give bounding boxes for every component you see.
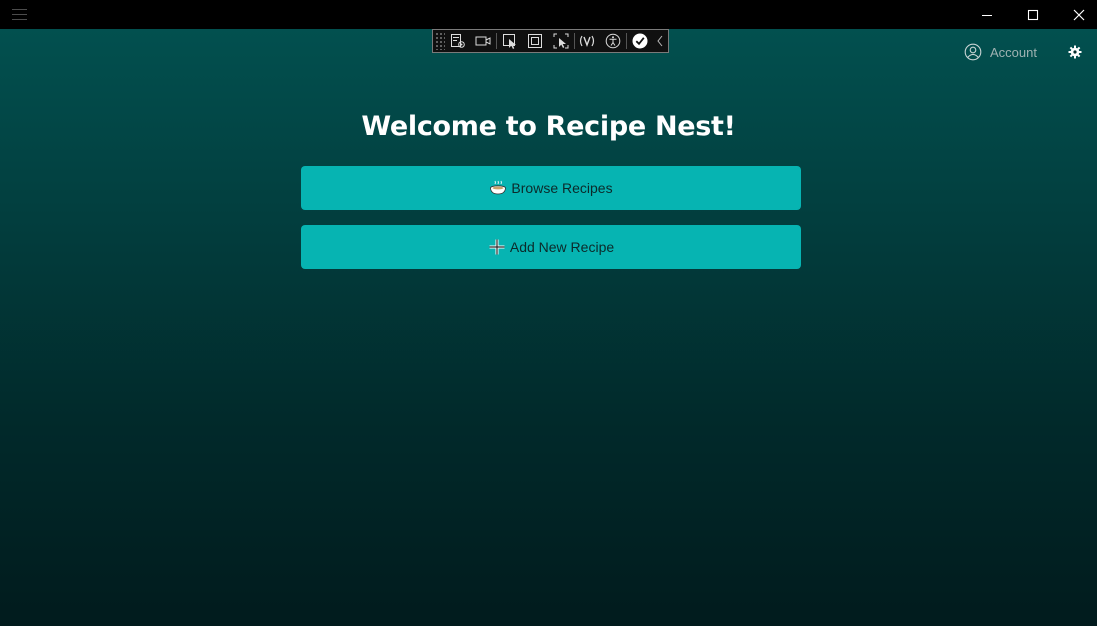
hot-reload-icon	[580, 35, 595, 47]
maximize-icon	[1027, 9, 1039, 20]
page-title: Welcome to Recipe Nest!	[361, 111, 736, 142]
add-new-recipe-label: Add New Recipe	[509, 239, 615, 255]
browse-recipes-button[interactable]: Browse Recipes	[301, 166, 801, 210]
checkmark-icon	[632, 33, 647, 49]
bowl-icon	[489, 179, 507, 197]
collapse-toolbar-button[interactable]	[652, 30, 668, 52]
live-visual-tree-icon	[450, 34, 465, 48]
drag-grip[interactable]	[435, 32, 445, 50]
close-button[interactable]	[1056, 0, 1097, 29]
main-content: Account Welcome to Recipe Nest! Browse R…	[0, 29, 1097, 626]
user-circle-icon	[964, 43, 982, 61]
hamburger-icon[interactable]	[12, 7, 28, 21]
select-element-icon	[502, 34, 516, 49]
settings-button[interactable]	[1064, 43, 1086, 61]
title-bar	[0, 0, 1097, 29]
layout-adorner-button[interactable]	[523, 30, 549, 52]
maximize-button[interactable]	[1010, 0, 1056, 29]
minimize-button[interactable]	[964, 0, 1010, 29]
select-element-button[interactable]	[497, 30, 523, 52]
live-visual-tree-button[interactable]	[445, 30, 471, 52]
browse-recipes-label: Browse Recipes	[511, 180, 613, 196]
in-app-debug-toolbar	[432, 29, 669, 53]
account-label: Account	[990, 44, 1037, 60]
gear-icon	[1068, 45, 1082, 59]
collapse-chevron-icon	[657, 35, 663, 47]
video-icon	[475, 36, 491, 46]
account-button[interactable]: Account	[958, 39, 1043, 65]
accessibility-icon	[605, 33, 621, 49]
close-icon	[1073, 9, 1085, 20]
add-new-recipe-button[interactable]: Add New Recipe	[301, 225, 801, 269]
plus-icon	[488, 238, 506, 256]
layout-adorner-icon	[528, 34, 543, 48]
track-focus-button[interactable]	[548, 30, 574, 52]
minimize-icon	[982, 14, 992, 16]
hot-reload-button[interactable]	[575, 30, 601, 52]
track-focus-icon	[553, 33, 569, 49]
binding-check-button[interactable]	[627, 30, 653, 52]
accessibility-button[interactable]	[600, 30, 626, 52]
app-window: Account Welcome to Recipe Nest! Browse R…	[0, 0, 1097, 626]
record-video-button[interactable]	[470, 30, 496, 52]
